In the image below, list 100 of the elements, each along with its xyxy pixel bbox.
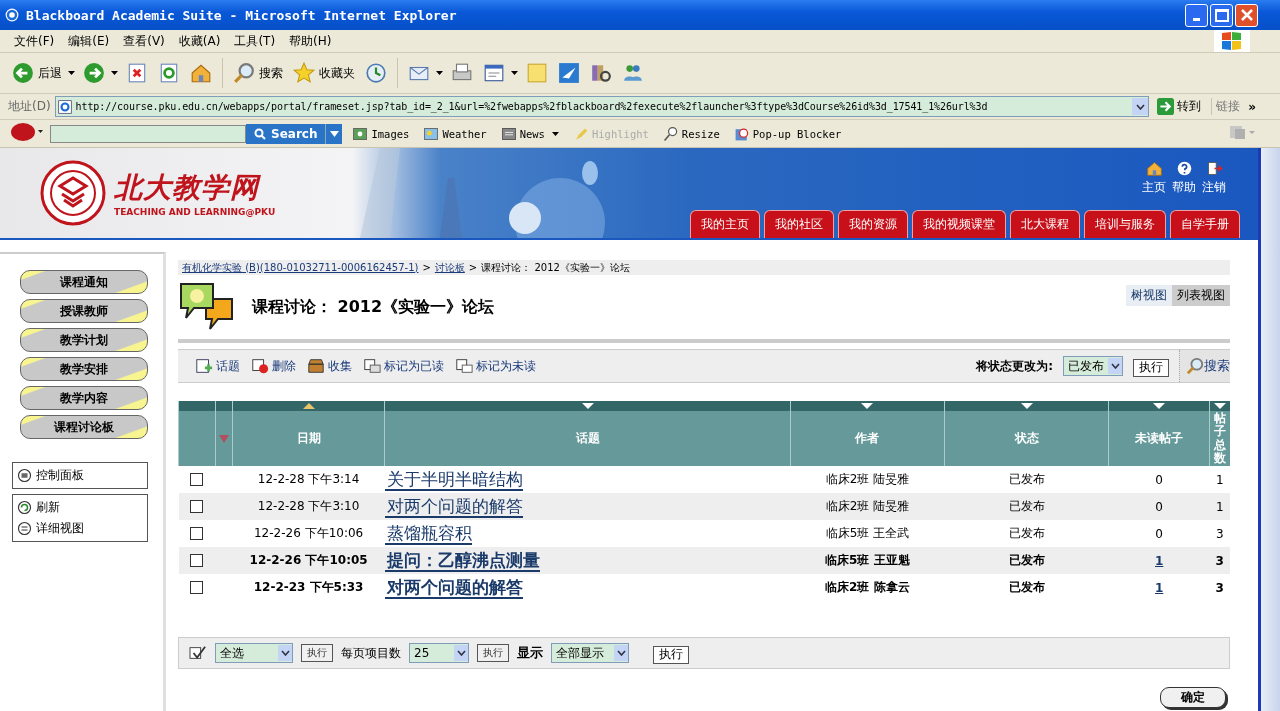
breadcrumb-link[interactable]: 讨论板 <box>434 260 465 275</box>
toolbar-button[interactable] <box>81 62 107 84</box>
topic-link[interactable]: 对两个问题的解答 <box>384 577 523 599</box>
people-icon <box>622 62 644 84</box>
stop-icon <box>126 62 148 84</box>
course-menu-button[interactable]: 教学计划 <box>20 328 148 352</box>
course-menu-button[interactable]: 授课教师 <box>20 299 148 323</box>
status-cell: 已发布 <box>1008 526 1045 540</box>
sort-arrow-icon[interactable] <box>1020 403 1033 409</box>
sort-arrow-icon[interactable] <box>1214 403 1226 409</box>
menu-item[interactable]: 编辑(E) <box>62 32 118 50</box>
sort-ascending-icon[interactable] <box>302 403 315 409</box>
row-checkbox[interactable] <box>190 500 204 513</box>
toolbar-button[interactable] <box>556 62 582 84</box>
logout-icon <box>1205 160 1223 177</box>
dropdown-arrow-icon[interactable] <box>436 71 443 75</box>
search-button[interactable]: Search <box>246 123 326 144</box>
execute-button[interactable]: 执行 <box>301 644 333 662</box>
address-field[interactable]: http://course.pku.edu.cn/webapps/portal/frameset.jsp?tab_id=_2_1&url=%2fwebapps%2fblackboard%2fexecute%2flauncher%3ftype%3dCourse%26id%3d_17541_1%26url%3d <box>54 96 1150 117</box>
sort-arrow-icon[interactable] <box>861 403 874 409</box>
nav-tab[interactable]: 自学手册 <box>1170 210 1240 238</box>
execute-button[interactable]: 执行 <box>653 645 689 664</box>
more-links-button[interactable]: » <box>1248 99 1256 114</box>
tool-link[interactable]: 刷新 <box>13 497 147 518</box>
search-dropdown-button[interactable] <box>325 123 343 144</box>
toolbar-button[interactable]: Resize <box>658 125 724 142</box>
maximize-button[interactable] <box>1210 3 1233 27</box>
status-cell: 已发布 <box>1008 553 1045 567</box>
show-select[interactable]: 全部显示 <box>551 643 629 663</box>
header-link[interactable]: 主页 <box>1142 160 1166 196</box>
course-menu-button[interactable]: 课程讨论板 <box>20 415 148 439</box>
caret-icon <box>329 130 339 137</box>
menu-item[interactable]: 帮助(H) <box>283 32 340 50</box>
ok-button[interactable]: 确定 <box>1160 687 1226 708</box>
sort-arrow-icon[interactable] <box>581 403 594 409</box>
links-button[interactable]: 链接 <box>1211 98 1245 115</box>
header-link[interactable]: 注销 <box>1202 160 1226 196</box>
dropdown-arrow-icon[interactable] <box>68 71 75 75</box>
row-checkbox[interactable] <box>190 581 204 594</box>
header-link[interactable]: 帮助 <box>1172 160 1196 196</box>
dropdown-arrow-icon[interactable] <box>511 71 518 75</box>
select-dropdown[interactable]: 全选 <box>215 643 293 663</box>
minimize-button[interactable] <box>1185 3 1208 27</box>
view-tab[interactable]: 列表视图 <box>1172 285 1230 306</box>
date-cell: 12-2-28 下午3:10 <box>257 499 360 513</box>
menu-item[interactable]: 工具(T) <box>228 32 284 50</box>
action-button[interactable]: 标记为已读 <box>362 357 444 375</box>
per-page-select[interactable]: 25 <box>409 643 469 663</box>
help-icon <box>1175 160 1193 177</box>
close-button[interactable] <box>1235 3 1258 27</box>
toolbar-button[interactable]: Weather <box>419 125 491 142</box>
sort-arrow-icon[interactable] <box>1153 403 1166 409</box>
status-select[interactable]: 已发布 <box>1063 356 1123 376</box>
go-button[interactable]: 转到 <box>1153 98 1208 115</box>
messenger-icon <box>558 62 580 84</box>
topic-link[interactable]: 关于半明半暗结构 <box>384 469 523 491</box>
toolbar-button[interactable]: Images <box>348 125 414 142</box>
menu-item[interactable]: 查看(V) <box>117 32 173 50</box>
nav-tab[interactable]: 培训与服务 <box>1084 210 1166 238</box>
course-menu-button[interactable]: 课程通知 <box>20 270 148 294</box>
caret-icon <box>1135 103 1145 110</box>
course-menu-button[interactable]: 教学内容 <box>20 386 148 410</box>
toolbar-button[interactable]: 搜索 <box>231 62 285 84</box>
row-checkbox[interactable] <box>190 473 204 486</box>
tool-link[interactable]: 控制面板 <box>13 465 147 486</box>
toolbar-button[interactable]: 后退 <box>10 62 64 84</box>
dropdown-arrow-icon[interactable] <box>111 71 118 75</box>
action-button[interactable]: 删除 <box>250 357 296 375</box>
nav-tab[interactable]: 我的视频课堂 <box>912 210 1006 238</box>
execute-button[interactable]: 执行 <box>477 644 509 662</box>
nav-tab[interactable]: 我的资源 <box>838 210 908 238</box>
nav-tab[interactable]: 我的社区 <box>764 210 834 238</box>
tool-link[interactable]: 详细视图 <box>13 518 147 539</box>
toolbar-button[interactable]: News <box>496 125 563 142</box>
search-field[interactable] <box>50 124 246 143</box>
action-button[interactable]: 话题 <box>194 357 240 375</box>
add-topic-icon <box>194 357 214 375</box>
row-checkbox[interactable] <box>190 527 204 540</box>
action-button[interactable]: 收集 <box>306 357 352 375</box>
view-tab[interactable]: 树视图 <box>1126 285 1172 306</box>
row-checkbox[interactable] <box>190 554 204 567</box>
nav-tab[interactable]: 北大课程 <box>1010 210 1080 238</box>
toolbar-button[interactable]: Pop-up Blocker <box>729 125 846 142</box>
course-menu-button[interactable]: 教学安排 <box>20 357 148 381</box>
search-button[interactable]: 搜索 <box>1179 350 1230 382</box>
breadcrumb-link[interactable]: 有机化学实验 (B)(180-01032711-0006162457-1) <box>182 260 419 275</box>
menu-item[interactable]: 收藏(A) <box>172 32 229 50</box>
breadcrumb-separator: > <box>468 262 478 273</box>
toolbar-button[interactable] <box>363 62 389 84</box>
dropdown-button[interactable] <box>1132 98 1149 115</box>
unread-count-link[interactable]: 1 <box>1155 580 1164 595</box>
toolbar-button[interactable]: 收藏夹 <box>291 62 357 84</box>
flag-icon <box>218 434 229 443</box>
action-button[interactable]: 标记为未读 <box>454 357 536 375</box>
unread-count-link[interactable]: 1 <box>1155 553 1164 568</box>
nav-tab[interactable]: 我的主页 <box>690 210 760 238</box>
execute-button[interactable]: 执行 <box>1133 358 1169 377</box>
scrollbar[interactable] <box>1261 148 1280 711</box>
topic-link[interactable]: 蒸馏瓶容积 <box>384 523 472 545</box>
menu-item[interactable]: 文件(F) <box>8 32 63 50</box>
